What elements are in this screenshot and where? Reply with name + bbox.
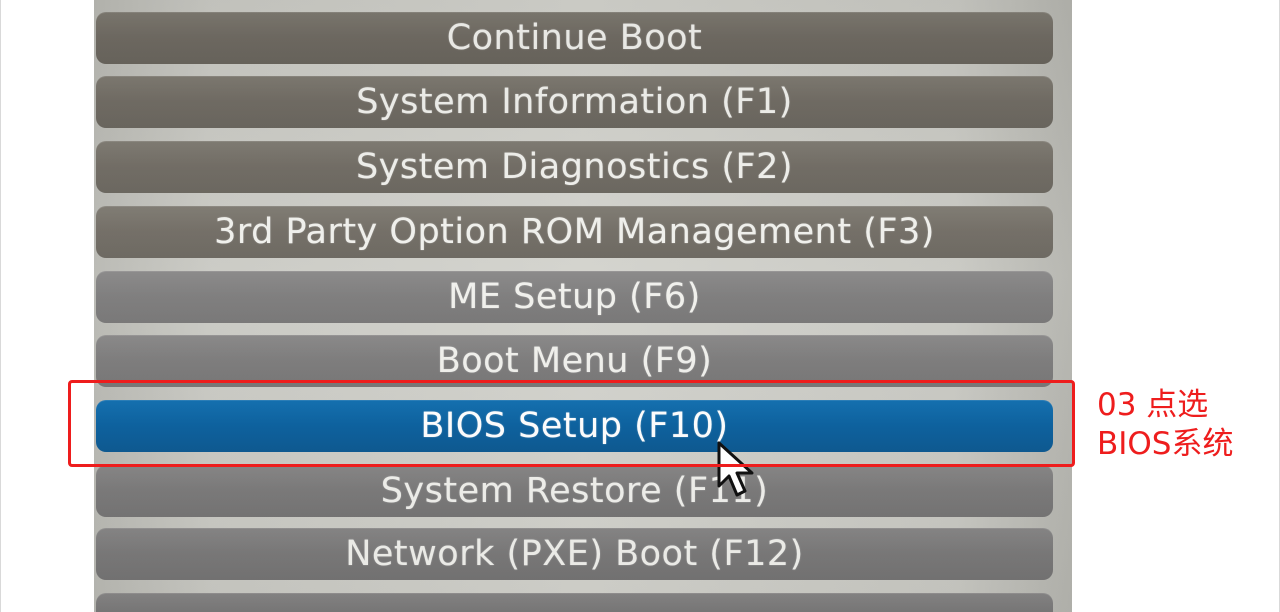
- menu-item-me-setup[interactable]: ME Setup (F6): [96, 271, 1053, 323]
- menu-item-option-rom-management[interactable]: 3rd Party Option ROM Management (F3): [96, 206, 1053, 258]
- menu-item-label: Boot Menu (F9): [436, 341, 713, 381]
- bios-screen-photo: Continue Boot System Information (F1) Sy…: [94, 0, 1072, 612]
- menu-item-label: ME Setup (F6): [448, 277, 701, 317]
- menu-item-label: Continue Boot: [446, 18, 703, 58]
- annotation-highlight-box: [68, 380, 1075, 467]
- left-page-border: [0, 0, 1, 612]
- instruction-annotation: 03 点选 BIOS系统: [1097, 386, 1234, 464]
- menu-item-partial-next[interactable]: [96, 593, 1053, 612]
- menu-item-continue-boot[interactable]: Continue Boot: [96, 12, 1053, 64]
- boot-menu-list: Continue Boot System Information (F1) Sy…: [94, 0, 1072, 612]
- menu-item-label: System Information (F1): [356, 82, 793, 122]
- menu-item-system-diagnostics[interactable]: System Diagnostics (F2): [96, 141, 1053, 193]
- menu-item-system-restore[interactable]: System Restore (F11): [96, 465, 1053, 517]
- menu-item-label: System Restore (F11): [380, 471, 769, 511]
- annotation-target-text: BIOS系统: [1097, 426, 1234, 462]
- menu-item-network-pxe-boot[interactable]: Network (PXE) Boot (F12): [96, 528, 1053, 580]
- menu-item-label: Network (PXE) Boot (F12): [345, 534, 804, 574]
- menu-item-system-information[interactable]: System Information (F1): [96, 76, 1053, 128]
- menu-item-label: 3rd Party Option ROM Management (F3): [214, 212, 935, 252]
- screenshot-page: Continue Boot System Information (F1) Sy…: [0, 0, 1280, 612]
- menu-item-label: System Diagnostics (F2): [355, 147, 794, 187]
- annotation-step-text: 03 点选: [1097, 387, 1209, 423]
